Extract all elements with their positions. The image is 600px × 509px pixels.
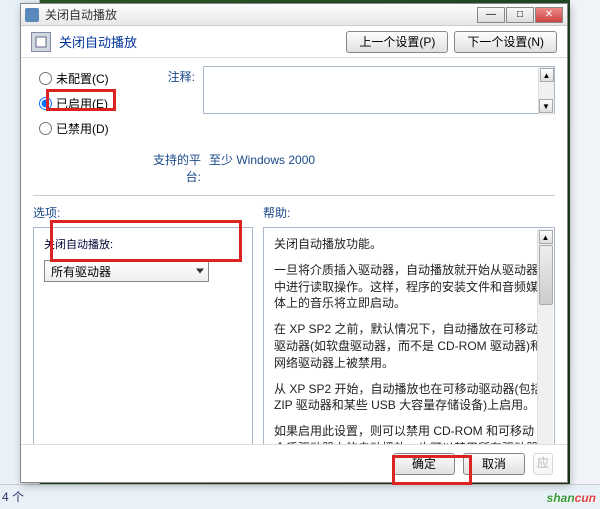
policy-dialog: 关闭自动播放 — □ ✕ 关闭自动播放 上一个设置(P) 下一个设置(N) 未配… xyxy=(20,3,568,483)
options-label: 选项: xyxy=(33,204,253,221)
scrollbar-thumb[interactable] xyxy=(539,245,553,305)
platform-label: 支持的平台: xyxy=(143,151,209,185)
options-subtitle: 关闭自动播放: xyxy=(44,236,242,252)
radio-enabled-label: 已启用(E) xyxy=(56,95,108,112)
radio-not-configured[interactable]: 未配置(C) xyxy=(33,70,143,87)
radio-disabled-label: 已禁用(D) xyxy=(56,120,109,137)
comment-textarea[interactable] xyxy=(203,66,555,114)
titlebar: 关闭自动播放 — □ ✕ xyxy=(21,4,567,26)
chevron-down-icon xyxy=(196,269,204,274)
help-box: 关闭自动播放功能。 一旦将介质插入驱动器，自动播放就开始从驱动器中进行读取操作。… xyxy=(263,227,555,444)
radio-not-configured-label: 未配置(C) xyxy=(56,70,109,87)
apply-button[interactable]: 应用 xyxy=(533,453,553,475)
minimize-button[interactable]: — xyxy=(477,7,505,23)
state-radio-group: 未配置(C) 已启用(E) 已禁用(D) xyxy=(33,66,143,145)
close-button[interactable]: ✕ xyxy=(535,7,563,23)
radio-disabled-input[interactable] xyxy=(39,122,52,135)
watermark: shancun xyxy=(547,486,596,507)
window-title: 关闭自动播放 xyxy=(45,6,477,23)
drives-dropdown[interactable]: 所有驱动器 xyxy=(44,260,209,282)
radio-not-configured-input[interactable] xyxy=(39,72,52,85)
bg-item-count: 4 个 xyxy=(2,488,24,505)
ok-button[interactable]: 确定 xyxy=(393,453,455,475)
options-box: 关闭自动播放: 所有驱动器 xyxy=(33,227,253,444)
header: 关闭自动播放 上一个设置(P) 下一个设置(N) xyxy=(21,26,567,58)
help-text: 关闭自动播放功能。 xyxy=(274,236,544,253)
radio-enabled[interactable]: 已启用(E) xyxy=(33,95,143,112)
divider xyxy=(33,195,555,196)
cancel-button[interactable]: 取消 xyxy=(463,453,525,475)
platform-value: 至少 Windows 2000 xyxy=(209,151,315,185)
radio-enabled-input[interactable] xyxy=(39,97,52,110)
scrollbar-up[interactable]: ▲ xyxy=(539,230,553,244)
maximize-button[interactable]: □ xyxy=(506,7,534,23)
drives-dropdown-value: 所有驱动器 xyxy=(51,263,111,280)
app-icon xyxy=(25,8,39,22)
help-text: 一旦将介质插入驱动器，自动播放就开始从驱动器中进行读取操作。这样，程序的安装文件… xyxy=(274,262,544,312)
next-setting-button[interactable]: 下一个设置(N) xyxy=(454,31,557,53)
comment-label: 注释: xyxy=(143,66,203,85)
help-text: 如果启用此设置，则可以禁用 CD-ROM 和可移动介质驱动器上的自动播放，也可以… xyxy=(274,423,544,444)
help-text: 在 XP SP2 之前，默认情况下，自动播放在可移动驱动器(如软盘驱动器，而不是… xyxy=(274,321,544,371)
radio-disabled[interactable]: 已禁用(D) xyxy=(33,120,143,137)
scrollbar-down[interactable]: ▼ xyxy=(539,99,553,113)
help-label: 帮助: xyxy=(263,204,555,221)
help-text: 从 XP SP2 开始，自动播放也在可移动驱动器(包括 ZIP 驱动器和某些 U… xyxy=(274,381,544,415)
footer: 确定 取消 应用 xyxy=(21,444,567,482)
policy-title: 关闭自动播放 xyxy=(59,32,340,51)
scrollbar-up[interactable]: ▲ xyxy=(540,68,554,82)
policy-icon xyxy=(31,32,51,52)
prev-setting-button[interactable]: 上一个设置(P) xyxy=(346,31,448,53)
